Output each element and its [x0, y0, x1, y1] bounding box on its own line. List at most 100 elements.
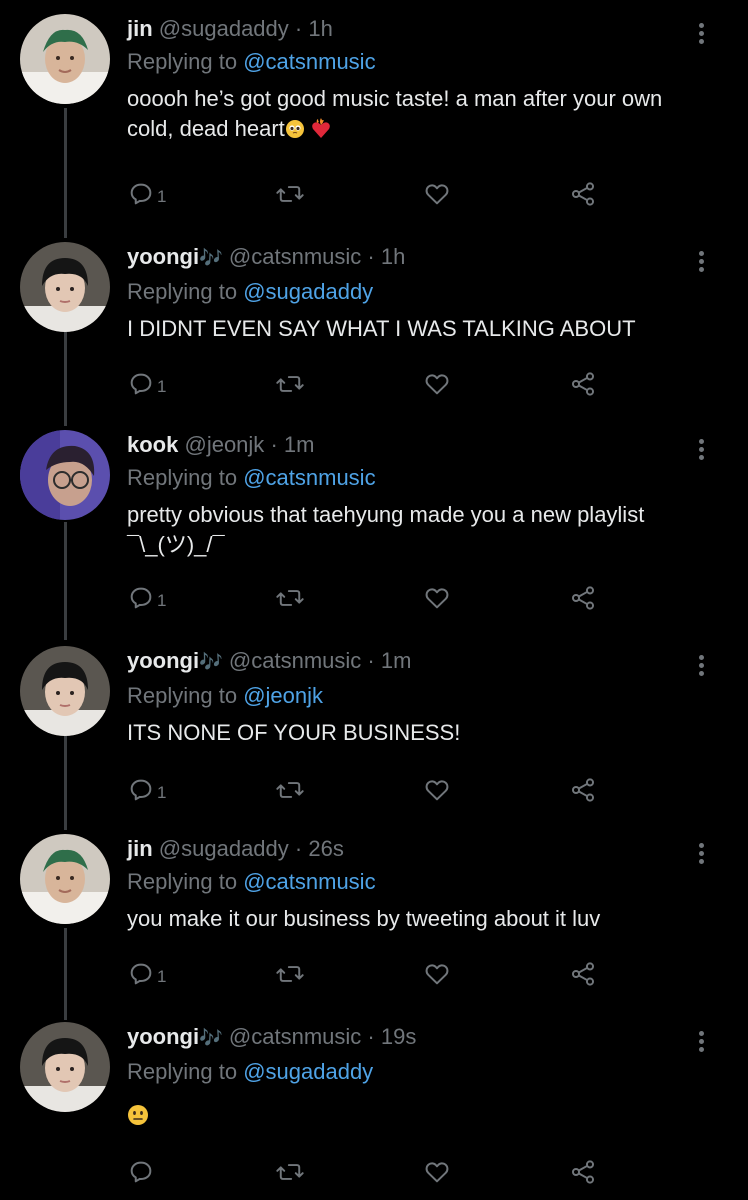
tweet-text-content: ooooh he’s got good music taste! a man a… — [127, 86, 669, 141]
reply-count: 1 — [157, 783, 167, 802]
share-button[interactable] — [569, 366, 597, 402]
share-button[interactable] — [569, 1154, 597, 1190]
share-button[interactable] — [569, 956, 597, 992]
more-vertical-icon[interactable] — [696, 20, 706, 46]
like-icon — [425, 780, 449, 801]
mention-link[interactable]: @sugadaddy — [243, 1059, 373, 1084]
share-icon — [571, 778, 595, 802]
retweet-button[interactable] — [275, 1154, 305, 1190]
replying-to-label: Replying to — [127, 1059, 238, 1084]
reply-button[interactable] — [127, 1154, 157, 1190]
replying-to: Replying to @jeonjk — [127, 681, 688, 711]
replying-to-label: Replying to — [127, 683, 238, 708]
display-name[interactable]: kook — [127, 432, 178, 457]
avatar[interactable] — [20, 430, 110, 520]
reply-button[interactable]: 1 — [127, 176, 166, 212]
retweet-button[interactable] — [275, 366, 305, 402]
share-button[interactable] — [569, 580, 597, 616]
separator: · — [294, 16, 303, 41]
like-button[interactable] — [423, 366, 451, 402]
display-name[interactable]: yoongi — [127, 1024, 199, 1049]
like-button[interactable] — [423, 580, 451, 616]
more-vertical-icon[interactable] — [696, 652, 706, 678]
avatar[interactable] — [20, 242, 110, 332]
mention-link[interactable]: @jeonjk — [243, 683, 323, 708]
tweet-actions: 1 — [127, 772, 607, 808]
like-button[interactable] — [423, 772, 451, 808]
more-vertical-icon[interactable] — [696, 248, 706, 274]
more-vertical-icon[interactable] — [696, 436, 706, 462]
reply-button[interactable]: 1 — [127, 366, 166, 402]
avatar[interactable] — [20, 14, 110, 104]
mention-link[interactable]: @catsnmusic — [243, 465, 375, 490]
replying-to: Replying to @sugadaddy — [127, 277, 688, 307]
reply-icon — [130, 1161, 152, 1183]
reply-icon — [130, 183, 152, 205]
tweet-text: pretty obvious that taehyung made you a … — [127, 502, 651, 557]
display-name[interactable]: jin — [127, 836, 153, 861]
retweet-button[interactable] — [275, 580, 305, 616]
reply-button[interactable]: 1 — [127, 772, 166, 808]
avatar[interactable] — [20, 1022, 110, 1112]
display-name[interactable]: yoongi — [127, 244, 199, 269]
tweet-actions — [127, 1154, 607, 1190]
user-handle[interactable]: @sugadaddy — [159, 836, 289, 861]
like-button[interactable] — [423, 956, 451, 992]
user-handle[interactable]: @catsnmusic — [229, 1024, 361, 1049]
user-handle[interactable]: @sugadaddy — [159, 16, 289, 41]
retweet-button[interactable] — [275, 956, 305, 992]
share-button[interactable] — [569, 176, 597, 212]
tweet-actions: 1 — [127, 366, 607, 402]
tweet-text: ooooh he’s got good music taste! a man a… — [127, 84, 688, 147]
music-note-emoji: 🎶 — [199, 652, 223, 673]
more-vertical-icon[interactable] — [696, 1028, 706, 1054]
reply-count: 1 — [157, 967, 167, 986]
retweet-button[interactable] — [275, 176, 305, 212]
display-name[interactable]: jin — [127, 16, 153, 41]
reply-icon — [130, 963, 152, 985]
avatar-kook-image — [20, 430, 110, 520]
display-name[interactable]: yoongi — [127, 648, 199, 673]
reply-button[interactable]: 1 — [127, 956, 166, 992]
timestamp[interactable]: 1h — [308, 16, 332, 41]
reply-button[interactable]: 1 — [127, 580, 166, 616]
share-icon — [571, 962, 595, 986]
avatar-jin-image — [20, 14, 110, 104]
tweet-text — [127, 1101, 688, 1134]
mention-link[interactable]: @sugadaddy — [243, 279, 373, 304]
timestamp[interactable]: 1h — [381, 244, 405, 269]
thread-line — [64, 522, 67, 640]
user-handle[interactable]: @catsnmusic — [229, 244, 361, 269]
reply-count: 1 — [157, 591, 167, 610]
replying-to: Replying to @sugadaddy — [127, 1057, 688, 1087]
tweet-actions: 1 — [127, 176, 607, 212]
like-icon — [425, 184, 449, 205]
mention-link[interactable]: @catsnmusic — [243, 49, 375, 74]
like-button[interactable] — [423, 1154, 451, 1190]
timestamp[interactable]: 1m — [381, 648, 412, 673]
like-button[interactable] — [423, 176, 451, 212]
like-icon — [425, 964, 449, 985]
retweet-icon — [276, 966, 304, 982]
separator: · — [367, 244, 375, 269]
music-note-emoji: 🎶 — [199, 1028, 223, 1049]
reply-icon — [130, 587, 152, 609]
replying-to-label: Replying to — [127, 869, 238, 894]
avatar[interactable] — [20, 834, 110, 924]
timestamp[interactable]: 19s — [381, 1024, 416, 1049]
timestamp[interactable]: 1m — [284, 432, 315, 457]
tweet-header: jin @sugadaddy · 26s — [127, 834, 688, 864]
avatar-yoongi-image — [20, 242, 110, 332]
share-button[interactable] — [569, 772, 597, 808]
music-note-emoji: 🎶 — [199, 248, 223, 269]
avatar[interactable] — [20, 646, 110, 736]
separator: · — [367, 648, 375, 673]
timestamp[interactable]: 26s — [308, 836, 343, 861]
mention-link[interactable]: @catsnmusic — [243, 869, 375, 894]
more-vertical-icon[interactable] — [696, 840, 706, 866]
avatar-jin-image — [20, 834, 110, 924]
user-handle[interactable]: @jeonjk — [184, 432, 264, 457]
retweet-button[interactable] — [275, 772, 305, 808]
user-handle[interactable]: @catsnmusic — [229, 648, 361, 673]
tweet-header: yoongi🎶 @catsnmusic · 1h — [127, 242, 688, 274]
